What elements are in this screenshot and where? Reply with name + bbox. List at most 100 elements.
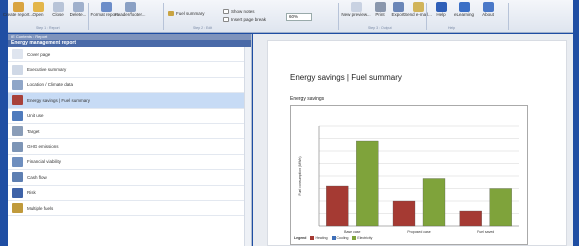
section-item[interactable]: Location / Climate data▴▾ <box>8 78 251 94</box>
group-separator <box>88 3 89 30</box>
ribbon-group-label: Help <box>448 26 456 30</box>
group-separator <box>426 3 427 30</box>
checkbox <box>223 9 229 14</box>
section-item-label: Target <box>27 128 40 134</box>
section-item-label: Risk <box>27 190 36 196</box>
ribbon-button-label: Open <box>32 12 44 17</box>
ribbon-button-label: Export <box>391 12 405 17</box>
x-tick-label: Base case <box>344 230 360 234</box>
bar-heating <box>392 200 416 227</box>
ribbon-button-label: About <box>482 12 494 17</box>
section-item-label: Financial viability <box>27 159 62 165</box>
report-page: Energy savings | Fuel summary Energy sav… <box>267 40 567 246</box>
bar-electricity <box>489 188 512 227</box>
section-thumbnail-icon <box>12 187 23 198</box>
section-thumbnail-icon <box>12 95 23 106</box>
email-button[interactable]: Send e-mail... <box>404 2 432 17</box>
checkbox <box>223 17 229 22</box>
group-separator <box>508 3 509 30</box>
section-item[interactable]: Risk▴▾ <box>8 186 251 201</box>
ribbon-group-label: Step 2 : Edit <box>193 26 213 30</box>
section-item[interactable]: Energy savings | Fuel summary▴▾ <box>8 93 251 109</box>
elearning-icon <box>458 2 470 12</box>
fuel-summary-button[interactable]: Fuel summary <box>168 11 205 16</box>
section-item-label: Multiple fuels <box>27 205 54 211</box>
print-icon <box>374 2 386 12</box>
legend-swatch <box>331 236 336 240</box>
open-button[interactable]: Open <box>28 2 48 17</box>
create-icon <box>12 2 24 12</box>
header-footer-icon <box>124 2 136 12</box>
section-thumbnail-icon <box>12 110 23 121</box>
section-item[interactable]: GHG emissions▴▾ <box>8 139 251 155</box>
section-item-label: Unit use <box>27 113 44 119</box>
legend-label: Electricity <box>357 236 373 240</box>
ribbon-button-label: eLearning <box>453 12 475 17</box>
section-thumbnail-icon <box>12 64 23 75</box>
legend-swatch <box>310 236 315 240</box>
bar-heating <box>326 185 349 227</box>
legend-label: Cooling <box>336 236 349 240</box>
header-footer-button[interactable]: Header/footer... <box>114 2 146 17</box>
section-item[interactable]: Cover page▴▾ <box>8 47 251 63</box>
bar-heating <box>459 210 482 227</box>
section-item-label: Executive summary <box>27 67 67 73</box>
report-contents-pane: IE Contents : Report Energy management r… <box>8 34 252 246</box>
section-item-label: Location / Climate data <box>27 82 74 88</box>
show-notes-checkbox[interactable]: Show notes <box>223 9 255 14</box>
preview-button[interactable]: New preview... <box>341 2 371 17</box>
close-button[interactable]: Close <box>48 2 68 17</box>
section-list: Cover page▴▾Executive summary▴▾Location … <box>8 47 251 217</box>
section-thumbnail-icon <box>12 141 23 152</box>
help-button[interactable]: Help <box>431 2 451 17</box>
legend-label: Heating <box>315 236 328 240</box>
preview-pane: Energy savings | Fuel summary Energy sav… <box>253 34 573 246</box>
y-axis-label: Fuel consumption (MWh) <box>298 156 302 195</box>
application-window: Create report... Open Close Delete... Format… <box>0 0 579 246</box>
ribbon-button-label: Close <box>52 12 64 17</box>
create-button[interactable]: Create report... <box>3 2 33 17</box>
about-button[interactable]: About <box>478 2 498 17</box>
open-icon <box>32 2 44 12</box>
elearning-button[interactable]: eLearning <box>454 2 474 17</box>
energy-savings-chart: Fuel consumption (MWh) Base case Proposed … <box>290 105 528 245</box>
section-thumbnail-icon <box>12 172 23 183</box>
delete-button[interactable]: Delete... <box>68 2 88 17</box>
chart-heading: Energy savings <box>290 96 325 102</box>
x-tick-label: Fuel saved <box>477 230 494 234</box>
insert-page-break-checkbox-label: Insert page break <box>231 17 267 22</box>
section-item-label: Cover page <box>27 51 51 57</box>
group-separator <box>163 3 164 30</box>
ribbon-button-label: Send e-mail... <box>404 12 432 17</box>
legend-title: Legend <box>294 236 307 240</box>
section-thumbnail-icon <box>12 156 23 167</box>
section-item[interactable]: Unit use▴▾ <box>8 109 251 124</box>
insert-page-break-checkbox[interactable]: Insert page break <box>223 17 266 22</box>
section-item[interactable]: Multiple fuels▴▾ <box>8 201 251 217</box>
fuel-summary-button-label: Fuel summary <box>176 11 205 16</box>
section-item-label: GHG emissions <box>27 144 59 150</box>
fuel-summary-icon <box>168 11 174 16</box>
ribbon-button-label: Header/footer... <box>114 12 146 17</box>
section-item-label: Energy savings | Fuel summary <box>27 97 90 103</box>
bar-electricity <box>422 178 446 227</box>
section-thumbnail-icon <box>12 126 23 137</box>
chart-canvas: Fuel consumption (MWh) Base case Proposed … <box>298 125 519 234</box>
zoom-select[interactable]: 60% <box>286 13 312 21</box>
ribbon-button-label: Help <box>436 12 446 17</box>
ribbon-button-label: New preview... <box>341 12 371 17</box>
about-icon <box>482 2 494 12</box>
help-icon <box>435 2 447 12</box>
print-button[interactable]: Print <box>370 2 390 17</box>
format-icon <box>100 2 112 12</box>
section-thumbnail-icon <box>12 49 23 60</box>
section-list-scrollbar[interactable] <box>244 47 251 246</box>
format-button[interactable]: Format report... <box>91 2 122 17</box>
export-icon <box>392 2 404 12</box>
section-item[interactable]: Cash flow▴▾ <box>8 170 251 186</box>
section-item[interactable]: Financial viability▴▾ <box>8 155 251 171</box>
delete-icon <box>72 2 84 12</box>
section-item[interactable]: Executive summary▴▾ <box>8 62 251 78</box>
section-item[interactable]: Target▴▾ <box>8 124 251 140</box>
group-separator <box>338 3 339 30</box>
